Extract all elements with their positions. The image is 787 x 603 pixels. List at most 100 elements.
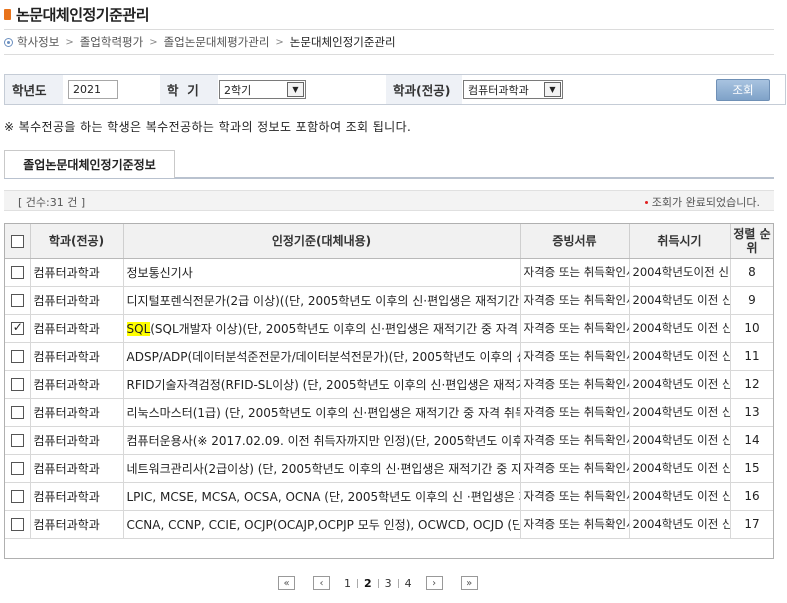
- row-checkbox[interactable]: [10, 320, 24, 335]
- chevron-right-icon: >: [149, 36, 158, 48]
- table-header-row: 학과(전공) 인정기준(대체내용) 증빙서류 취득시기 정렬 순위: [5, 224, 773, 259]
- docs-cell: 자격증 또는 취득확인서: [520, 258, 630, 287]
- dept-cell: 컴퓨터과학과: [30, 342, 124, 371]
- page-link-2[interactable]: 2: [364, 577, 372, 590]
- table-row[interactable]: 컴퓨터과학과정보통신기사 자격증 또는 취득확인서2004학년도이전 신·편입생8: [5, 258, 773, 287]
- criteria-cell: 정보통신기사: [123, 258, 521, 287]
- tab-criteria-info[interactable]: 졸업논문대체인정기준정보: [4, 150, 175, 178]
- page-separator: [377, 578, 379, 588]
- page-link-3[interactable]: 3: [385, 577, 392, 590]
- dept-cell: 컴퓨터과학과: [30, 370, 124, 399]
- order-cell: 11: [730, 342, 773, 371]
- year-input[interactable]: 2021: [68, 80, 118, 99]
- row-checkbox[interactable]: [10, 518, 24, 531]
- row-checkbox[interactable]: [10, 490, 24, 503]
- table-row[interactable]: 컴퓨터과학과 LPIC, MCSE, MCSA, OCSA, OCNA (단, 2…: [5, 482, 773, 511]
- criteria-text: LPIC, MCSE, MCSA, OCSA, OCNA (단, 2005학년도…: [126, 489, 520, 504]
- status-bar: [ 건수:31 건 ] 조회가 완료되었습니다.: [4, 190, 774, 211]
- row-checkbox[interactable]: [10, 350, 24, 363]
- prev-page-button[interactable]: ‹: [313, 576, 330, 590]
- row-select-cell[interactable]: [5, 454, 31, 483]
- acquired-cell: 2004학년도이전 신·편입생: [629, 258, 731, 287]
- acquired-cell: 2004학년도 이전 신·편입생: [629, 454, 731, 483]
- page-link-1[interactable]: 1: [344, 577, 351, 590]
- criteria-cell: 디지털포렌식전문가(2급 이상)((단, 2005학년도 이후의 신·편입생은 …: [123, 286, 521, 315]
- order-cell: 15: [730, 454, 773, 483]
- row-select-cell[interactable]: [5, 286, 31, 315]
- header-acquired: 취득시기: [629, 224, 731, 259]
- table-row[interactable]: 컴퓨터과학과 네트워크관리사(2급이상) (단, 2005학년도 이후의 신·편입…: [5, 454, 773, 483]
- breadcrumb-item[interactable]: 학사정보: [17, 34, 59, 50]
- chevron-down-icon[interactable]: ▼: [287, 82, 304, 97]
- row-checkbox[interactable]: [10, 406, 24, 419]
- breadcrumb-divider: [4, 54, 774, 55]
- row-checkbox[interactable]: [10, 378, 24, 391]
- row-select-cell[interactable]: [5, 426, 31, 455]
- criteria-text: 리눅스마스터(1급) (단, 2005학년도 이후의 신·편입생은 재적기간 중…: [126, 405, 520, 420]
- row-checkbox[interactable]: [10, 434, 24, 447]
- term-select[interactable]: 2학기 ▼: [219, 80, 306, 99]
- page-title-text: 논문대체인정기준관리: [16, 5, 150, 24]
- row-select-cell[interactable]: [5, 482, 31, 511]
- criteria-text: 컴퓨터운용사(※ 2017.02.09. 이전 취득자까지만 인정)(단, 20…: [126, 433, 520, 448]
- row-select-cell[interactable]: [5, 370, 31, 399]
- table-row[interactable]: 컴퓨터과학과SQL(SQL개발자 이상)(단, 2005학년도 이후의 신·편입…: [5, 314, 773, 343]
- breadcrumb-item[interactable]: 졸업학력평가: [80, 34, 143, 50]
- pagination: « ‹ 1 2 3 4 › »: [278, 575, 478, 591]
- criteria-cell: ADSP/ADP(데이터분석준전문가/데이터분석전문가)(단, 2005학년도 …: [123, 342, 521, 371]
- criteria-text: (SQL개발자 이상)(단, 2005학년도 이후의 신·편입생은 재적기간 중…: [150, 321, 519, 336]
- page-separator: [357, 578, 358, 588]
- header-dept: 학과(전공): [30, 224, 124, 259]
- docs-cell: 자격증 또는 취득확인서: [520, 342, 630, 371]
- table-row[interactable]: 컴퓨터과학과 리눅스마스터(1급) (단, 2005학년도 이후의 신·편입생은 …: [5, 398, 773, 427]
- docs-cell: 자격증 또는 취득확인서: [520, 482, 630, 511]
- chevron-down-icon[interactable]: ▼: [544, 82, 561, 97]
- order-cell: 9: [730, 286, 773, 315]
- criteria-cell: RFID기술자격검정(RFID-SL이상) (단, 2005학년도 이후의 신·…: [123, 370, 521, 399]
- row-select-cell[interactable]: [5, 398, 31, 427]
- breadcrumb-item[interactable]: 졸업논문대체평가관리: [164, 34, 270, 50]
- last-page-button[interactable]: »: [460, 576, 478, 590]
- dept-cell: 컴퓨터과학과: [30, 286, 124, 315]
- dept-cell: 컴퓨터과학과: [30, 314, 124, 343]
- header-select-all[interactable]: [5, 224, 31, 259]
- dept-cell: 컴퓨터과학과: [30, 482, 124, 511]
- dept-select[interactable]: 컴퓨터과학과 ▼: [463, 80, 563, 99]
- criteria-cell: 리눅스마스터(1급) (단, 2005학년도 이후의 신·편입생은 재적기간 중…: [123, 398, 521, 427]
- select-all-checkbox[interactable]: [10, 234, 24, 248]
- status-dot-icon: [644, 200, 648, 204]
- row-checkbox[interactable]: [10, 294, 24, 307]
- dept-label: 학과(전공): [386, 75, 462, 104]
- criteria-text: 정보통신기사: [126, 265, 193, 280]
- table-row[interactable]: 컴퓨터과학과 RFID기술자격검정(RFID-SL이상) (단, 2005학년도 …: [5, 370, 773, 399]
- table-row[interactable]: 컴퓨터과학과 디지털포렌식전문가(2급 이상)((단, 2005학년도 이후의 신…: [5, 286, 773, 315]
- notice-text: ※ 복수전공을 하는 학생은 복수전공하는 학과의 정보도 포함하여 조회 됩니…: [4, 120, 412, 134]
- row-select-cell[interactable]: [5, 342, 31, 371]
- criteria-table: 학과(전공) 인정기준(대체내용) 증빙서류 취득시기 정렬 순위 컴퓨터과학과…: [5, 224, 773, 539]
- table-row[interactable]: 컴퓨터과학과 CCNA, CCNP, CCIE, OCJP(OCAJP,OCPJP…: [5, 510, 773, 539]
- table-row[interactable]: 컴퓨터과학과 컴퓨터운용사(※ 2017.02.09. 이전 취득자까지만 인정)…: [5, 426, 773, 455]
- acquired-cell: 2004학년도 이전 신·편입생: [629, 370, 731, 399]
- first-page-button[interactable]: «: [278, 576, 295, 590]
- page-link-4[interactable]: 4: [405, 577, 412, 590]
- docs-cell: 자격증 또는 취득확인서: [520, 370, 630, 399]
- row-checkbox[interactable]: [10, 266, 24, 279]
- table-row[interactable]: 컴퓨터과학과 ADSP/ADP(데이터분석준전문가/데이터분석전문가)(단, 20…: [5, 342, 773, 371]
- acquired-cell: 2004학년도 이전 신·편입생: [629, 314, 731, 343]
- row-checkbox[interactable]: [10, 462, 24, 475]
- criteria-text: 디지털포렌식전문가(2급 이상)((단, 2005학년도 이후의 신·편입생은 …: [126, 293, 520, 308]
- dept-cell: 컴퓨터과학과: [30, 454, 124, 483]
- dept-cell: 컴퓨터과학과: [30, 398, 124, 427]
- order-cell: 13: [730, 398, 773, 427]
- search-button[interactable]: 조회: [716, 79, 770, 101]
- row-select-cell[interactable]: [5, 510, 31, 539]
- order-cell: 10: [730, 314, 773, 343]
- next-page-button[interactable]: ›: [425, 576, 443, 590]
- row-select-cell[interactable]: [5, 314, 31, 343]
- chevron-right-icon: >: [275, 36, 284, 48]
- page-numbers: 1 2 3 4: [338, 577, 418, 590]
- dept-cell: 컴퓨터과학과: [30, 426, 124, 455]
- criteria-text: CCNA, CCNP, CCIE, OCJP(OCAJP,OCPJP 모두 인정…: [126, 517, 520, 532]
- breadcrumb-home-icon: [4, 37, 13, 47]
- row-select-cell[interactable]: [5, 258, 31, 287]
